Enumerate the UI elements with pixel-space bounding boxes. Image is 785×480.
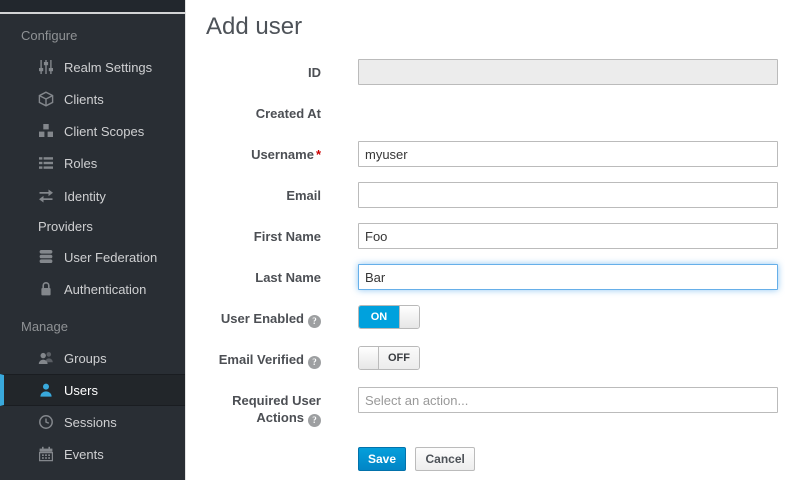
sidebar-item-label: Groups xyxy=(64,351,107,366)
username-field[interactable] xyxy=(358,141,778,167)
id-label: ID xyxy=(186,59,321,85)
sidebar-item-label: Clients xyxy=(64,92,104,107)
sidebar-item-label: Roles xyxy=(64,156,97,171)
sidebar-item-label: User Federation xyxy=(64,250,157,265)
save-button[interactable]: Save xyxy=(358,447,406,471)
required-marker: * xyxy=(316,147,321,162)
clock-icon xyxy=(38,414,54,430)
form-row-actions: Save Cancel xyxy=(186,447,785,473)
nav-section-configure: Configure xyxy=(0,14,185,51)
username-label-text: Username xyxy=(251,147,314,162)
sidebar-item-sessions[interactable]: Sessions xyxy=(0,406,185,438)
sidebar: Configure Realm Settings Clients Client … xyxy=(0,0,185,480)
sidebar-item-roles[interactable]: Roles xyxy=(0,147,185,179)
cube-icon xyxy=(38,91,54,107)
toggle-handle xyxy=(399,306,419,328)
list-icon xyxy=(38,155,54,171)
last-name-label: Last Name xyxy=(186,264,321,290)
username-label: Username* xyxy=(186,141,321,167)
cancel-button[interactable]: Cancel xyxy=(415,447,474,471)
email-verified-toggle[interactable]: OFF xyxy=(358,346,420,370)
id-field xyxy=(358,59,778,85)
form-row-id: ID xyxy=(186,59,785,85)
first-name-field[interactable] xyxy=(358,223,778,249)
exchange-icon xyxy=(38,185,54,201)
form-row-email-verified: Email Verified? OFF xyxy=(186,346,785,372)
form-row-last-name: Last Name xyxy=(186,264,785,290)
form-row-required-actions: Required User Actions? xyxy=(186,387,785,427)
sidebar-item-label: Users xyxy=(64,383,98,398)
help-icon[interactable]: ? xyxy=(308,315,321,328)
last-name-field[interactable] xyxy=(358,264,778,290)
sidebar-item-client-scopes[interactable]: Client Scopes xyxy=(0,115,185,147)
sliders-icon xyxy=(38,59,54,75)
main-content: Add user ID Created At Username* Email xyxy=(185,0,785,480)
email-label: Email xyxy=(186,182,321,208)
users-icon xyxy=(38,350,54,366)
required-actions-select[interactable] xyxy=(358,387,778,413)
user-enabled-toggle[interactable]: ON xyxy=(358,305,420,329)
required-actions-label: Required User Actions? xyxy=(186,387,321,427)
toggle-off-label: OFF xyxy=(379,347,419,369)
user-enabled-label: User Enabled? xyxy=(186,305,321,331)
toggle-on-label: ON xyxy=(359,306,399,328)
sidebar-item-user-federation[interactable]: User Federation xyxy=(0,241,185,273)
user-icon xyxy=(38,382,54,398)
sidebar-item-label: Events xyxy=(64,447,104,462)
first-name-label: First Name xyxy=(186,223,321,249)
toggle-handle xyxy=(359,347,379,369)
email-verified-label: Email Verified? xyxy=(186,346,321,372)
sidebar-item-events[interactable]: Events xyxy=(0,438,185,470)
cubes-icon xyxy=(38,123,54,139)
sidebar-item-authentication[interactable]: Authentication xyxy=(0,273,185,305)
add-user-form: ID Created At Username* Email First Name xyxy=(186,59,785,473)
lock-icon xyxy=(38,281,54,297)
sidebar-item-users[interactable]: Users xyxy=(0,374,185,406)
page-title: Add user xyxy=(206,12,785,42)
sidebar-item-groups[interactable]: Groups xyxy=(0,342,185,374)
sidebar-item-realm-settings[interactable]: Realm Settings xyxy=(0,51,185,83)
sidebar-item-label: Authentication xyxy=(64,282,146,297)
form-row-username: Username* xyxy=(186,141,785,167)
email-verified-label-text: Email Verified xyxy=(219,352,304,367)
help-icon[interactable]: ? xyxy=(308,356,321,369)
sidebar-item-label: Client Scopes xyxy=(64,124,144,139)
help-icon[interactable]: ? xyxy=(308,414,321,427)
created-at-label: Created At xyxy=(186,100,321,126)
form-row-email: Email xyxy=(186,182,785,208)
sidebar-item-label: Realm Settings xyxy=(64,60,152,75)
sidebar-item-identity-providers[interactable]: Identity Providers xyxy=(0,179,163,241)
nav-section-manage: Manage xyxy=(0,305,185,342)
email-field[interactable] xyxy=(358,182,778,208)
form-row-first-name: First Name xyxy=(186,223,785,249)
masthead-strip xyxy=(0,0,185,14)
sidebar-item-clients[interactable]: Clients xyxy=(0,83,185,115)
form-row-created-at: Created At xyxy=(186,100,785,126)
calendar-icon xyxy=(38,446,54,462)
form-row-user-enabled: User Enabled? ON xyxy=(186,305,785,331)
database-icon xyxy=(38,249,54,265)
user-enabled-label-text: User Enabled xyxy=(221,311,304,326)
sidebar-item-label: Sessions xyxy=(64,415,117,430)
